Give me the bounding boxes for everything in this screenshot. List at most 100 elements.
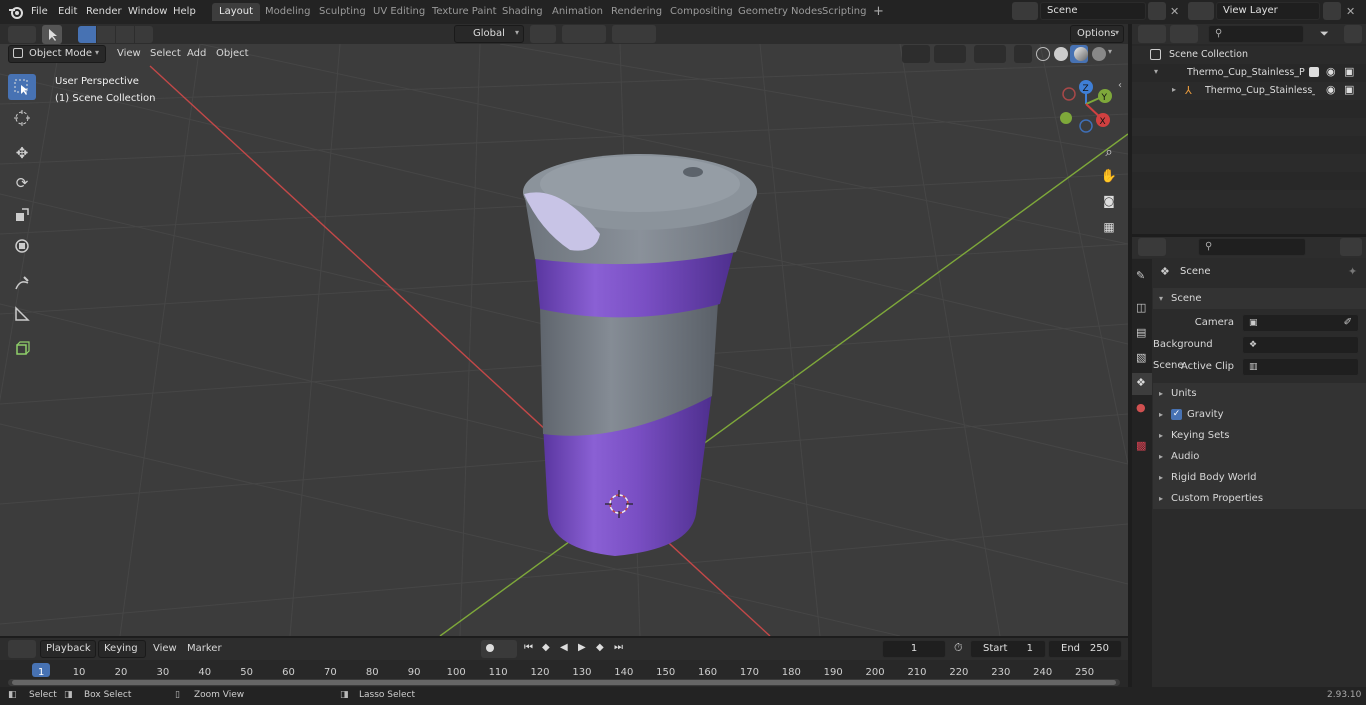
properties-editor-type-icon[interactable] xyxy=(1138,238,1166,256)
start-frame-field[interactable]: Start 1 xyxy=(970,640,1046,658)
filter-icon[interactable]: ⏷ xyxy=(1320,27,1329,41)
tab-texture-paint[interactable]: Texture Paint xyxy=(425,3,504,21)
active-clip-field[interactable]: ▥ xyxy=(1242,358,1359,376)
menu-render[interactable]: Render xyxy=(84,4,124,19)
navigation-gizmo[interactable]: Z Y X xyxy=(1060,80,1112,133)
tab-layout[interactable]: Layout xyxy=(212,3,260,21)
jump-end-icon[interactable]: ⏭ xyxy=(614,642,623,653)
prev-keyframe-icon[interactable]: ◆ xyxy=(542,642,550,653)
keying-sets-panel-header[interactable]: ▸ Keying Sets xyxy=(1153,425,1366,446)
display-mode-icon[interactable] xyxy=(1170,25,1198,43)
view-layer-field[interactable]: View Layer xyxy=(1216,2,1320,20)
zoom-icon[interactable]: ⌕ xyxy=(1098,142,1120,164)
outliner-search-input[interactable]: ⚲ xyxy=(1208,25,1304,43)
background-scene-field[interactable]: ❖ xyxy=(1242,336,1359,354)
tab-shading[interactable]: Shading xyxy=(495,3,550,21)
record-icon[interactable] xyxy=(481,640,517,658)
select-mode-buttons[interactable] xyxy=(78,26,160,43)
object-mode-dropdown[interactable]: Object Mode ▾ xyxy=(8,45,106,63)
view-layer-selector-icon[interactable] xyxy=(1188,2,1214,20)
perspective-toggle-icon[interactable]: ▦ xyxy=(1098,216,1120,238)
menu-edit[interactable]: Edit xyxy=(56,4,79,19)
select-tool-header-icon[interactable] xyxy=(42,25,62,44)
transform-tool-icon[interactable] xyxy=(8,233,36,259)
outliner-editor-type-icon[interactable] xyxy=(1138,25,1166,43)
jump-start-icon[interactable]: ⏮ xyxy=(524,642,533,653)
xray-toggle-icon[interactable] xyxy=(1014,45,1032,63)
shading-mode-buttons[interactable] xyxy=(1036,45,1108,63)
tool-tab-icon[interactable]: ✎ xyxy=(1136,269,1145,282)
scene-selector-icon[interactable] xyxy=(1012,2,1038,20)
world-tab-icon[interactable]: ● xyxy=(1136,401,1146,414)
expand-down-icon[interactable]: ▾ xyxy=(1154,67,1158,76)
pin-icon[interactable]: ✦ xyxy=(1348,265,1357,278)
options-dropdown[interactable]: Options ▾ xyxy=(1070,25,1124,43)
outliner-row-object[interactable]: ▸ ⅄ Thermo_Cup_Stainless_P ◉ ▣ xyxy=(1132,82,1366,100)
outliner-row-scene-collection[interactable]: Scene Collection xyxy=(1132,46,1366,64)
exclude-checkbox[interactable] xyxy=(1309,67,1319,77)
viewport-canvas[interactable]: Z Y X xyxy=(0,44,1128,636)
camera-icon[interactable]: ▣ xyxy=(1344,65,1354,78)
tab-compositing[interactable]: Compositing xyxy=(663,3,740,21)
gizmo-toggle-icon[interactable] xyxy=(934,45,966,63)
eyedropper-icon[interactable]: ✐ xyxy=(1344,315,1352,331)
output-tab-icon[interactable]: ▤ xyxy=(1136,326,1146,339)
close-scene-icon[interactable]: ✕ xyxy=(1170,5,1179,18)
tab-scripting[interactable]: Scripting xyxy=(815,3,873,21)
eye-icon[interactable]: ◉ xyxy=(1326,65,1336,78)
scene-name-field[interactable]: Scene xyxy=(1040,2,1146,20)
tab-modeling[interactable]: Modeling xyxy=(258,3,318,21)
annotate-tool-icon[interactable] xyxy=(8,270,36,296)
tab-uv-editing[interactable]: UV Editing xyxy=(366,3,432,21)
tab-rendering[interactable]: Rendering xyxy=(604,3,669,21)
3d-viewport[interactable]: Z Y X User Perspective (1) Scene Collect… xyxy=(0,44,1128,636)
play-icon[interactable]: ▶ xyxy=(578,642,586,653)
move-tool-icon[interactable]: ✥ xyxy=(8,140,36,166)
texture-tab-icon[interactable]: ▩ xyxy=(1136,439,1146,452)
rigid-body-world-panel-header[interactable]: ▸ Rigid Body World xyxy=(1153,467,1366,488)
timeline-view-menu[interactable]: View xyxy=(148,640,182,657)
scene-section-header[interactable]: ▾ Scene xyxy=(1153,288,1366,309)
timeline-editor-type-icon[interactable] xyxy=(8,640,36,658)
next-keyframe-icon[interactable]: ◆ xyxy=(596,642,604,653)
pivot-point-icon[interactable] xyxy=(530,25,556,43)
menu-window[interactable]: Window xyxy=(126,4,169,19)
cursor-tool-icon[interactable] xyxy=(8,105,36,131)
new-scene-icon[interactable] xyxy=(1148,2,1166,20)
overlay-toggle-icon[interactable] xyxy=(974,45,1006,63)
transform-orientation-dropdown[interactable]: Global ▾ xyxy=(454,25,524,43)
select-box-tool-icon[interactable] xyxy=(8,74,36,100)
view-layer-tab-icon[interactable]: ▧ xyxy=(1136,351,1146,364)
viewport-menu-object[interactable]: Object xyxy=(211,45,254,62)
menu-help[interactable]: Help xyxy=(171,4,198,19)
outliner-row-collection[interactable]: ▾ Thermo_Cup_Stainless_Purple ◉ ▣ xyxy=(1132,64,1366,82)
render-tab-icon[interactable]: ◫ xyxy=(1136,301,1146,314)
menu-file[interactable]: File xyxy=(29,4,50,19)
editor-type-icon[interactable] xyxy=(8,26,36,43)
new-view-layer-icon[interactable] xyxy=(1323,2,1341,20)
add-cube-tool-icon[interactable] xyxy=(8,335,36,361)
snap-icon[interactable] xyxy=(562,25,606,43)
end-frame-field[interactable]: End 250 xyxy=(1048,640,1122,658)
viewport-menu-select[interactable]: Select xyxy=(145,45,186,62)
pan-hand-icon[interactable]: ✋ xyxy=(1098,166,1120,188)
timeline-marker-menu[interactable]: Marker xyxy=(182,640,227,657)
expand-right-icon[interactable]: ▸ xyxy=(1172,85,1176,94)
visibility-icon[interactable] xyxy=(902,45,930,63)
chevron-down-icon[interactable]: ▾ xyxy=(1108,47,1112,56)
new-collection-icon[interactable] xyxy=(1344,25,1362,43)
timeline-scrollbar[interactable] xyxy=(8,679,1120,686)
rotate-tool-icon[interactable]: ⟳ xyxy=(8,170,36,196)
eye-icon[interactable]: ◉ xyxy=(1326,83,1336,96)
current-frame-field[interactable]: 1 xyxy=(882,640,946,658)
gravity-panel-header[interactable]: ▸ ✓ Gravity xyxy=(1153,404,1366,425)
playback-menu[interactable]: Playback xyxy=(40,640,96,658)
scene-tab-icon[interactable]: ❖ xyxy=(1136,376,1146,389)
blender-logo-icon[interactable] xyxy=(8,4,24,20)
properties-options-icon[interactable] xyxy=(1340,238,1362,256)
add-workspace-button[interactable]: + xyxy=(866,3,891,21)
audio-panel-header[interactable]: ▸ Audio xyxy=(1153,446,1366,467)
sidebar-toggle-icon[interactable]: ‹ xyxy=(1118,80,1122,91)
gravity-checkbox[interactable]: ✓ xyxy=(1171,409,1182,420)
camera-icon[interactable]: ▣ xyxy=(1344,83,1354,96)
